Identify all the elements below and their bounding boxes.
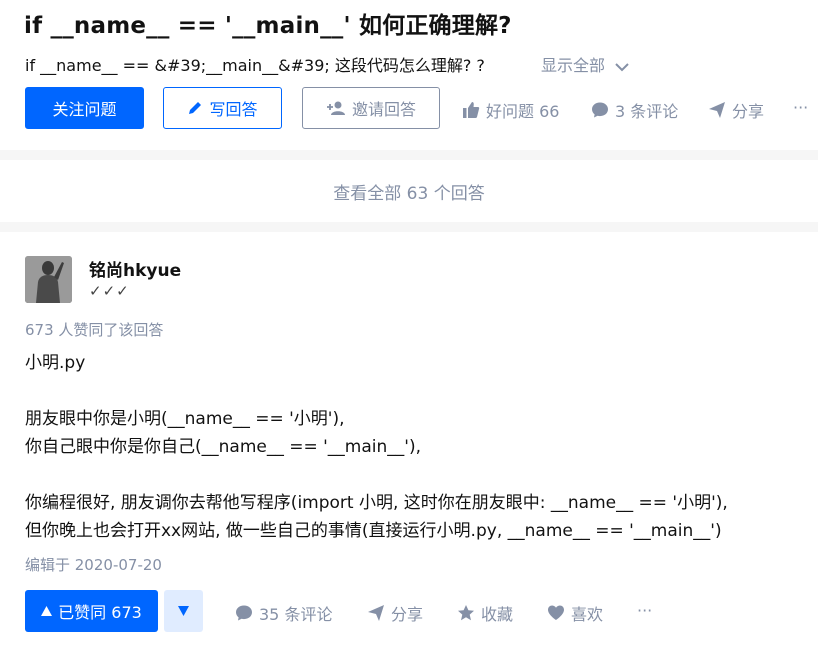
- write-answer-button[interactable]: 写回答: [163, 87, 282, 129]
- answer-line: 你编程很好, 朋友调你去帮他写程序(import 小明, 这时你在朋友眼中: _…: [25, 493, 728, 513]
- thumbs-up-icon: [463, 102, 480, 118]
- agree-button[interactable]: 已赞同 673: [25, 590, 158, 632]
- favorite-button[interactable]: 收藏: [457, 601, 513, 625]
- answer-line: 朋友眼中你是小明(__name__ == '小明'),: [25, 409, 345, 429]
- write-answer-label: 写回答: [209, 100, 258, 119]
- answer-share-button[interactable]: 分享: [367, 601, 423, 625]
- disagree-button[interactable]: [164, 590, 203, 632]
- answer-share-label: 分享: [391, 605, 424, 624]
- edit-time[interactable]: 编辑于 2020-07-20: [25, 554, 162, 575]
- author-badge: ✓✓✓: [89, 282, 130, 300]
- answer-card: 铭尚hkyue ✓✓✓ 673 人赞同了该回答 小明.py 朋友眼中你是小明(_…: [0, 232, 818, 652]
- answer-comments-label: 35 条评论: [259, 605, 333, 624]
- good-question-button[interactable]: 好问题 66: [462, 98, 559, 122]
- pencil-icon: [189, 102, 202, 114]
- question-share-label: 分享: [732, 102, 765, 121]
- vote-count-info: 673 人赞同了该回答: [25, 321, 164, 339]
- favorite-label: 收藏: [481, 605, 514, 624]
- invite-answer-label: 邀请回答: [351, 100, 416, 119]
- star-icon: [458, 605, 474, 621]
- answer-content: 小明.py 朋友眼中你是小明(__name__ == '小明'), 你自己眼中你…: [25, 349, 728, 545]
- like-button[interactable]: 喜欢: [547, 601, 603, 625]
- question-comments-label: 3 条评论: [615, 102, 679, 121]
- share-icon: [368, 605, 384, 621]
- show-all-label: 显示全部: [541, 56, 606, 75]
- answer-line: 你自己眼中你是你自己(__name__ == '__main__'),: [25, 437, 421, 457]
- answer-line: 小明.py: [25, 353, 86, 373]
- author-name[interactable]: 铭尚hkyue: [89, 256, 181, 281]
- question-comments-button[interactable]: 3 条评论: [591, 98, 678, 122]
- avatar[interactable]: [25, 256, 72, 303]
- share-icon: [709, 102, 725, 118]
- question-detail: if __name__ == &#39;__main__&#39; 这段代码怎么…: [25, 56, 485, 75]
- chevron-down-icon: [615, 62, 629, 71]
- question-title: if __name__ == '__main__' 如何正确理解?: [24, 13, 512, 39]
- show-all-button[interactable]: 显示全部: [541, 52, 629, 76]
- follow-question-button[interactable]: 关注问题: [25, 87, 144, 129]
- comment-icon: [592, 102, 608, 118]
- triangle-down-icon: [178, 606, 189, 616]
- question-card: if __name__ == '__main__' 如何正确理解? if __n…: [0, 0, 818, 150]
- agree-label: 已赞同 673: [58, 603, 142, 622]
- good-question-label: 好问题 66: [486, 102, 560, 121]
- view-all-answers-link[interactable]: 查看全部 63 个回答: [333, 179, 484, 204]
- triangle-up-icon: [41, 606, 53, 616]
- view-all-answers-card[interactable]: 查看全部 63 个回答: [0, 160, 818, 222]
- avatar-image: [25, 256, 72, 303]
- like-label: 喜欢: [571, 605, 604, 624]
- answer-line: 但你晚上也会打开xx网站, 做一些自己的事情(直接运行小明.py, __name…: [25, 521, 722, 541]
- question-more-button[interactable]: ···: [793, 98, 808, 117]
- answer-more-button[interactable]: ···: [637, 601, 652, 620]
- add-user-icon: [326, 101, 345, 115]
- comment-icon: [236, 605, 252, 621]
- invite-answer-button[interactable]: 邀请回答: [302, 87, 440, 129]
- answer-comments-button[interactable]: 35 条评论: [235, 601, 332, 625]
- heart-icon: [548, 605, 564, 620]
- question-share-button[interactable]: 分享: [708, 98, 764, 122]
